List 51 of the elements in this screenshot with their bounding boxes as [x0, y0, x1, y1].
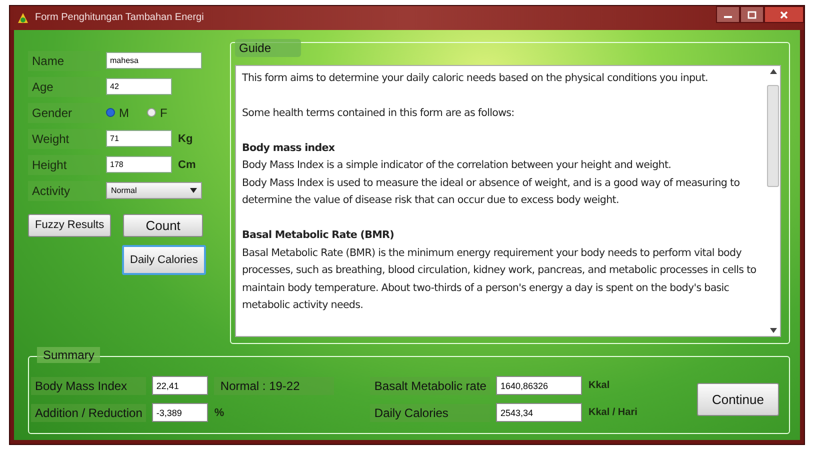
scroll-thumb[interactable]: [767, 84, 779, 186]
normal-range-label: Normal : 19-22: [214, 376, 334, 394]
guide-paragraph: Some health terms contained in this form are as follows:: [242, 106, 516, 120]
field-label: Height: [28, 154, 100, 174]
radio-option[interactable]: M: [106, 106, 129, 120]
field-label: Body Mass Index: [31, 376, 146, 394]
input-field[interactable]: 178: [106, 156, 172, 173]
guide-paragraph: Basal Metabolic Rate (BMR) is the minimum energy requirement your body needs to perform vital body processes, such as breathing, blood circulation, kidney work, pancreas, and metabolic processes in cells to maintain body temperature. About two-thirds of a person's energy a day is spent on the body's basic metabolic activity needs.: [242, 246, 758, 313]
unit-label: %: [214, 406, 226, 418]
guide-paragraph: Body Mass Index is a simple indicator of the correlation between your height and weight.: [242, 158, 672, 173]
field-label: Activity: [28, 180, 100, 200]
field-label: Name: [28, 50, 100, 70]
dropdown-caret-icon: [190, 188, 197, 193]
input-field[interactable]: 71: [106, 130, 172, 147]
field-label: Basalt Metabolic rate: [370, 376, 490, 394]
unit-label: Cm: [178, 158, 196, 170]
output-field[interactable]: 1640,86326: [496, 376, 582, 395]
maximize-button[interactable]: [740, 6, 764, 23]
output-field[interactable]: 2543,34: [496, 403, 582, 422]
group-title: Summary: [37, 347, 100, 363]
action-button[interactable]: Daily Calories: [122, 244, 206, 274]
unit-label: Kg: [178, 132, 193, 144]
radio-option[interactable]: F: [147, 106, 168, 120]
maximize-icon: [747, 10, 757, 18]
scroll-down-icon[interactable]: [770, 328, 776, 333]
field-label: Age: [28, 76, 100, 96]
close-button[interactable]: [764, 6, 804, 23]
activity-dropdown[interactable]: Normal: [106, 182, 202, 199]
guide-paragraph: Body Mass Index is used to measure the ideal or absence of weight, and is a good way of measuring to determine the value of disease risk that can occur due to excess body weight.: [242, 176, 741, 208]
section-heading: Body mass index: [242, 140, 336, 156]
output-field[interactable]: -3,389: [152, 403, 208, 422]
field-label: Gender: [28, 102, 100, 122]
scroll-up-icon[interactable]: [770, 68, 776, 74]
app-icon: [16, 10, 30, 25]
unit-label: Kkal / Hari: [588, 407, 638, 418]
output-field[interactable]: 22,41: [152, 376, 208, 395]
field-label: Daily Calories: [370, 404, 490, 422]
section-heading: Basal Metabolic Rate (BMR): [242, 228, 395, 243]
group-title: Guide: [235, 38, 302, 56]
close-icon: [779, 10, 789, 18]
guide-paragraph: This form aims to determine your daily caloric needs based on the physical conditions you input.: [242, 70, 709, 86]
action-button[interactable]: Count: [123, 214, 204, 236]
field-label: Addition / Reduction: [31, 404, 146, 422]
input-field[interactable]: mahesa: [106, 52, 202, 69]
continue-button[interactable]: Continue: [696, 382, 779, 416]
action-button[interactable]: Fuzzy Results: [28, 214, 112, 236]
window-title: Form Penghitungan Tambahan Energi: [35, 12, 204, 24]
field-label: Weight: [28, 128, 100, 148]
minimize-button[interactable]: [716, 6, 740, 23]
unit-label: Kkal: [588, 380, 611, 391]
input-field[interactable]: 42: [106, 78, 172, 95]
